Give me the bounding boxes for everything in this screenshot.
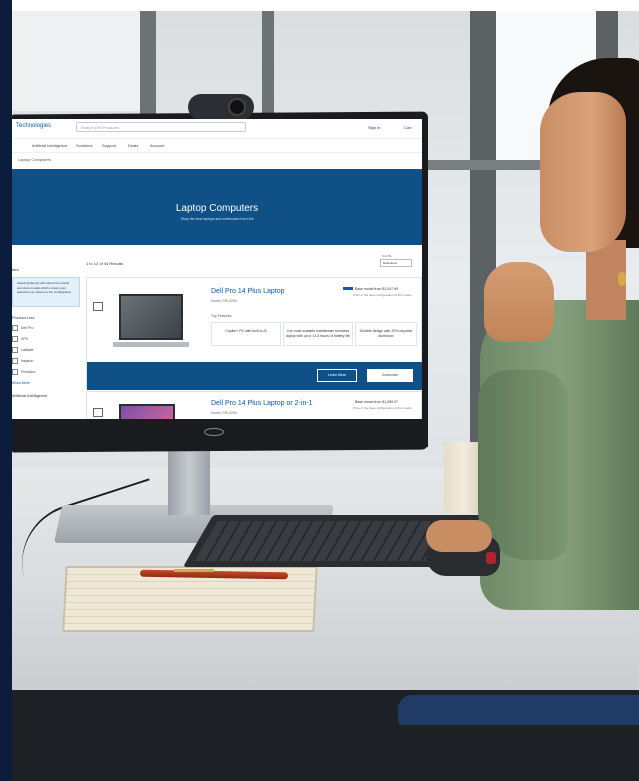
customize-button[interactable]: Customize: [367, 369, 413, 382]
price-note: Price of the base configuration of this …: [353, 293, 413, 297]
filter-option[interactable]: XPS: [12, 336, 28, 342]
cart-link[interactable]: Cart: [404, 125, 412, 130]
product-image[interactable]: [119, 404, 175, 419]
monitor-stand-neck: [168, 447, 210, 515]
left-border: [0, 0, 12, 781]
monitor-screen: Technologies Search Dell Products Sign I…: [12, 119, 422, 419]
hero-banner: Laptop Computers Shop the best laptops a…: [12, 169, 422, 245]
dell-logo-icon: [204, 428, 224, 436]
breadcrumb[interactable]: Laptop Computers: [18, 157, 51, 162]
filters-title: ters: [12, 267, 19, 272]
brand-logo[interactable]: Technologies: [16, 123, 51, 129]
chair-back: [398, 695, 639, 725]
site-header: Technologies Search Dell Products Sign I…: [12, 119, 422, 139]
filter-group-ai[interactable]: Artificial Intelligence: [12, 393, 47, 398]
show-more-link[interactable]: Show More: [12, 381, 30, 385]
top-border: [0, 0, 639, 11]
mouse-accent: [486, 552, 496, 564]
nav-item-support[interactable]: Support: [102, 143, 116, 148]
price-note: Price of the base configuration of this …: [353, 406, 413, 410]
person-hand-on-mouse: [426, 520, 492, 552]
feature-box: Copilot+ PC with built-in AI: [211, 322, 281, 346]
person-hand: [484, 262, 554, 342]
product-title[interactable]: Dell Pro 14 Plus Laptop: [211, 288, 285, 295]
product-title[interactable]: Dell Pro 14 Plus Laptop or 2-in-1: [211, 400, 313, 407]
price-label: Base model from $1,089.07: [355, 400, 398, 404]
learn-more-button[interactable]: Learn More: [317, 369, 357, 382]
nav-item-solutions[interactable]: Solutions: [76, 143, 92, 148]
compare-icon[interactable]: [93, 302, 103, 311]
product-model: Model: PB14250: [211, 299, 237, 303]
results-count: 1 to 12 of 44 Results: [86, 261, 123, 266]
compare-icon[interactable]: [93, 408, 103, 417]
nav-item-account[interactable]: Account: [150, 143, 164, 148]
sort-label: Sort By: [382, 254, 392, 258]
product-image[interactable]: [119, 294, 183, 340]
person-face: [540, 92, 626, 252]
page-subtitle: Shop the best laptops and notebooks from…: [180, 217, 254, 221]
nav-item-ai[interactable]: Artificial Intelligence: [32, 143, 67, 148]
feature-box: Our most scalable mainstream business la…: [283, 322, 353, 346]
product-card: Dell Pro 14 Plus Laptop or 2-in-1 Model:…: [86, 391, 422, 419]
filter-option[interactable]: Inspiron: [12, 358, 33, 364]
filter-note: Selecting filter(s) will refresh the res…: [12, 277, 80, 307]
product-model: Model: PB14255: [211, 411, 237, 415]
window-pane: [12, 11, 140, 111]
filter-group-product-line[interactable]: Product Line: [12, 315, 34, 320]
filter-option[interactable]: Latitude: [12, 347, 33, 353]
filter-option[interactable]: Precision: [12, 369, 35, 375]
feature-box: Durable design with 20% recycled aluminu…: [355, 322, 417, 346]
price-flag-icon: [343, 287, 353, 290]
card-actions: Learn More Customize: [87, 362, 422, 390]
photo-scene: Technologies Search Dell Products Sign I…: [0, 0, 639, 781]
features-heading: Top Features: [211, 314, 232, 318]
earring: [618, 272, 626, 286]
sort-select[interactable]: Relevance: [380, 259, 412, 267]
price-label: Base model from $1,047.99: [355, 287, 398, 291]
product-image-base: [113, 342, 189, 347]
search-input[interactable]: Search Dell Products: [76, 122, 246, 132]
pen-clip: [174, 569, 214, 572]
sign-in-link[interactable]: Sign In: [368, 125, 380, 130]
filter-option[interactable]: Dell Pro: [12, 325, 33, 331]
page-title: Laptop Computers: [175, 203, 259, 214]
main-nav: Artificial Intelligence Solutions Suppor…: [12, 139, 422, 153]
webcam-lens-icon: [228, 98, 246, 116]
nav-item-deals[interactable]: Deals: [128, 143, 138, 148]
product-card: Dell Pro 14 Plus Laptop Model: PB14250 T…: [86, 277, 422, 390]
